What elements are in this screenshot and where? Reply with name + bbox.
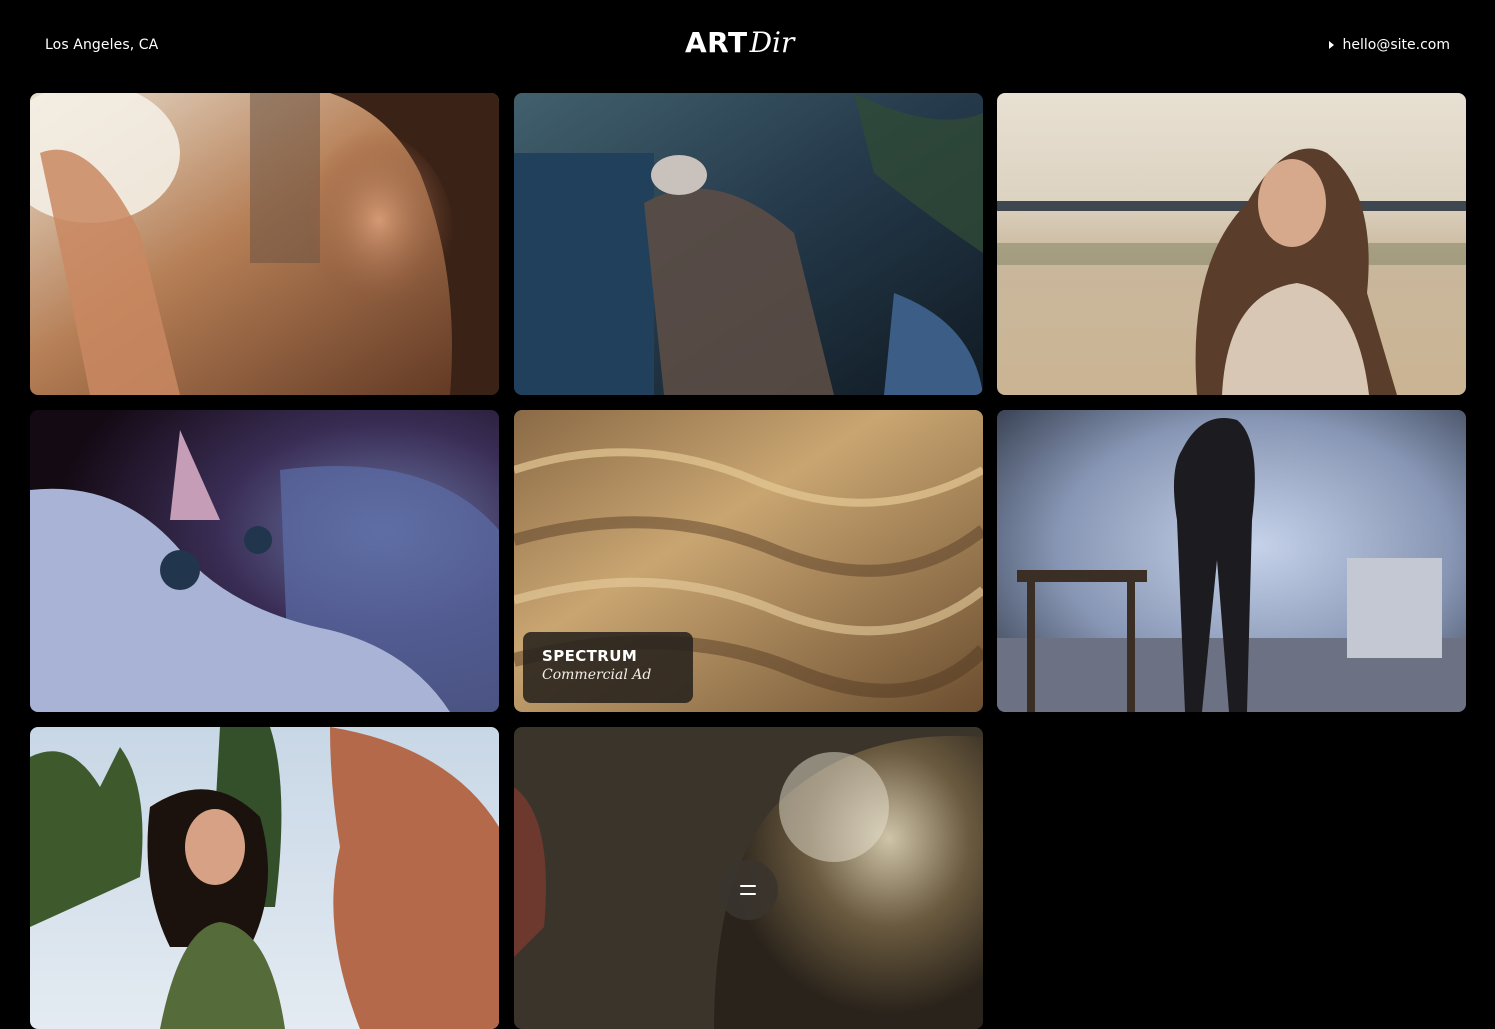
gallery-tile-women-laughing[interactable] bbox=[30, 727, 499, 1029]
person-reclining-image bbox=[514, 93, 983, 395]
gallery-tile-man-in-studio[interactable] bbox=[997, 410, 1466, 712]
project-caption[interactable]: SPECTRUM Commercial Ad bbox=[523, 632, 693, 703]
gallery-tile-sphynx-cat[interactable] bbox=[30, 410, 499, 712]
women-laughing-image bbox=[30, 727, 499, 1029]
menu-icon-line-bottom bbox=[740, 893, 756, 895]
caption-subtitle: Commercial Ad bbox=[542, 667, 652, 683]
logo-primary: ART bbox=[685, 26, 748, 59]
email-link[interactable]: hello@site.com bbox=[1328, 37, 1450, 53]
site-header: Los Angeles, CA ART Dir hello@site.com bbox=[0, 0, 1495, 93]
site-logo[interactable]: ART Dir bbox=[685, 26, 794, 66]
caption-title: SPECTRUM bbox=[542, 647, 638, 665]
menu-button[interactable] bbox=[718, 860, 778, 920]
gallery-tile-woman-with-hat[interactable] bbox=[30, 93, 499, 395]
play-arrow-icon bbox=[1328, 41, 1334, 49]
woman-on-beach-image bbox=[997, 93, 1466, 395]
gallery-tile-person-reclining[interactable] bbox=[514, 93, 983, 395]
man-in-studio-image bbox=[997, 410, 1466, 712]
sphynx-cat-image bbox=[30, 410, 499, 712]
menu-icon-line-top bbox=[740, 885, 756, 887]
gallery-tile-spectrum[interactable]: SPECTRUM Commercial Ad bbox=[514, 410, 983, 712]
woman-with-hat-image bbox=[30, 93, 499, 395]
email-text: hello@site.com bbox=[1342, 37, 1450, 53]
gallery-tile-woman-on-beach[interactable] bbox=[997, 93, 1466, 395]
location-label: Los Angeles, CA bbox=[45, 37, 159, 53]
logo-secondary: Dir bbox=[749, 26, 795, 59]
